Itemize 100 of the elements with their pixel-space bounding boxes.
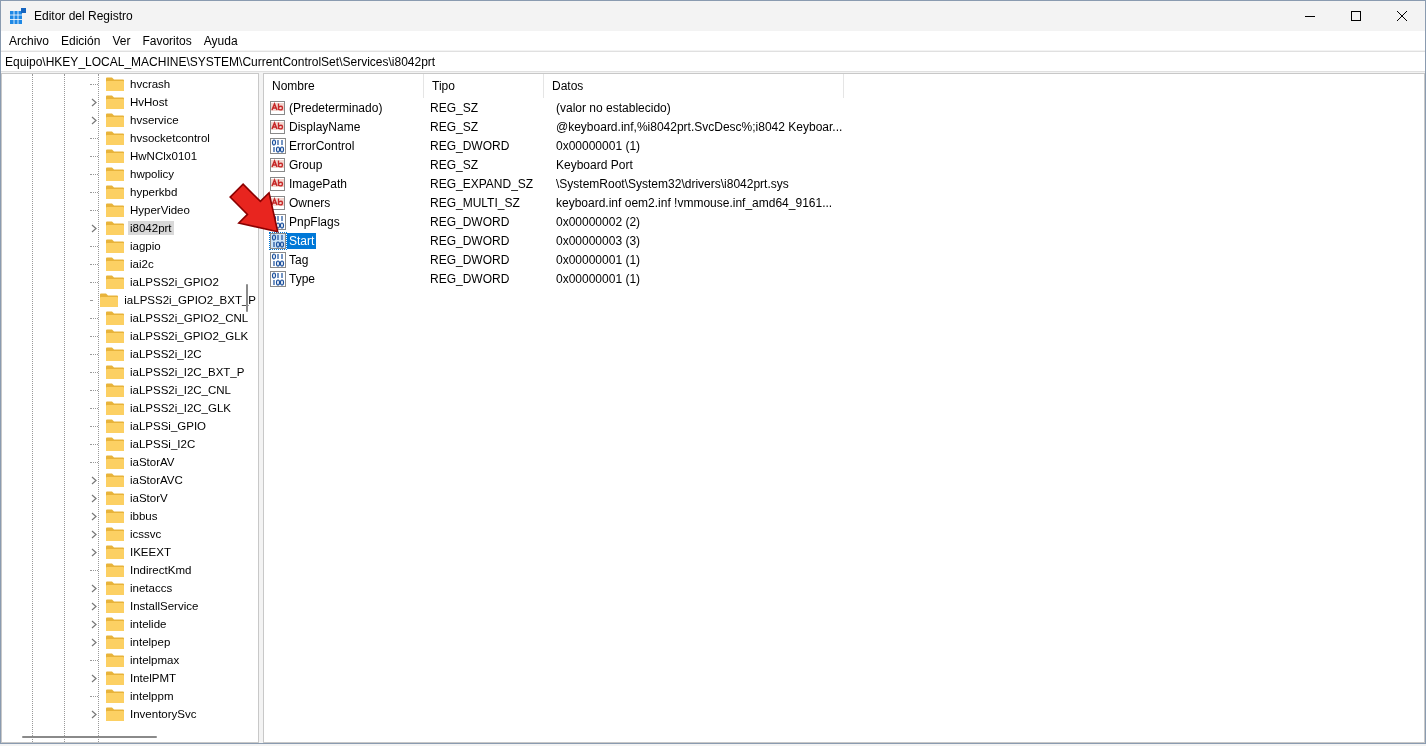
tree-item[interactable]: intelpep: [128, 635, 173, 649]
tree-item[interactable]: iaLPSS2i_I2C: [128, 347, 204, 361]
address-bar[interactable]: Equipo\HKEY_LOCAL_MACHINE\SYSTEM\CurrentControlSet\Services\i8042prt: [1, 51, 1425, 72]
scrollbar-thumb[interactable]: [22, 736, 157, 738]
tree-item[interactable]: hwpolicy: [128, 167, 177, 181]
column-header[interactable]: Datos: [544, 74, 844, 98]
tree-item[interactable]: icssvc: [128, 527, 164, 541]
tree-item[interactable]: InstallService: [128, 599, 201, 613]
value-name[interactable]: Owners: [287, 194, 333, 211]
folder-icon: [106, 347, 124, 361]
value-name[interactable]: Start: [287, 232, 317, 249]
menu-item[interactable]: Favoritos: [136, 33, 198, 48]
tree-item[interactable]: IndirectKmd: [128, 563, 194, 577]
folder-icon: [106, 473, 124, 487]
tree-item[interactable]: iaLPSS2i_I2C_BXT_P: [128, 365, 247, 379]
tree-item[interactable]: intelppm: [128, 689, 176, 703]
string-value-icon: [270, 118, 286, 135]
table-cell: REG_SZ: [430, 100, 478, 115]
tree-item[interactable]: iaLPSS2i_GPIO2_BXT_P: [122, 293, 258, 307]
menu-item[interactable]: Edición: [55, 33, 107, 48]
folder-icon: [106, 131, 124, 145]
folder-icon: [106, 545, 124, 559]
folder-icon: [106, 689, 124, 703]
folder-icon: [106, 383, 124, 397]
tree-item[interactable]: intelide: [128, 617, 169, 631]
tree-item[interactable]: iaLPSSi_I2C: [128, 437, 198, 451]
tree-item[interactable]: IKEEXT: [128, 545, 173, 559]
folder-icon: [106, 185, 124, 199]
menu-item[interactable]: Archivo: [3, 33, 55, 48]
value-name[interactable]: Tag: [287, 251, 311, 268]
tree-item[interactable]: HvHost: [128, 95, 170, 109]
binary-value-icon: [270, 232, 286, 249]
folder-icon: [106, 707, 124, 721]
folder-icon: [106, 437, 124, 451]
string-value-icon: [270, 175, 286, 192]
tree-item[interactable]: HwNClx0101: [128, 149, 200, 163]
tree-item[interactable]: iaLPSS2i_GPIO2_GLK: [128, 329, 251, 343]
tree-item[interactable]: iaStorAV: [128, 455, 177, 469]
table-cell: Keyboard Port: [556, 157, 633, 172]
folder-icon: [106, 113, 124, 127]
tree-item[interactable]: HyperVideo: [128, 203, 192, 217]
tree-item[interactable]: hvsocketcontrol: [128, 131, 212, 145]
window-title: Editor del Registro: [34, 9, 134, 23]
folder-icon: [106, 509, 124, 523]
table-cell: REG_EXPAND_SZ: [430, 176, 534, 191]
tree-item[interactable]: hvservice: [128, 113, 181, 127]
folder-icon: [106, 239, 124, 253]
value-name[interactable]: (Predeterminado): [287, 99, 385, 116]
column-header[interactable]: Tipo: [424, 74, 544, 98]
tree-item[interactable]: iaLPSS2i_GPIO2: [128, 275, 221, 289]
folder-icon: [100, 293, 119, 307]
tree-item[interactable]: iaLPSS2i_I2C_CNL: [128, 383, 233, 397]
tree-item[interactable]: intelpmax: [128, 653, 182, 667]
table-cell: 0x00000001 (1): [556, 271, 641, 286]
column-header[interactable]: Nombre: [264, 74, 424, 98]
maximize-icon: [1351, 11, 1361, 21]
folder-icon: [106, 329, 124, 343]
tree-item[interactable]: iaStorAVC: [128, 473, 185, 487]
folder-icon: [106, 527, 124, 541]
tree-item[interactable]: iaLPSS2i_GPIO2_CNL: [128, 311, 251, 325]
tree-item[interactable]: ibbus: [128, 509, 160, 523]
table-cell: REG_DWORD: [430, 138, 510, 153]
folder-icon: [106, 653, 124, 667]
table-cell: REG_DWORD: [430, 271, 510, 286]
tree-item[interactable]: iagpio: [128, 239, 163, 253]
tree-item[interactable]: InventorySvc: [128, 707, 199, 721]
folder-icon: [106, 149, 124, 163]
value-name[interactable]: ErrorControl: [287, 137, 357, 154]
value-name[interactable]: PnpFlags: [287, 213, 342, 230]
scrollbar-thumb[interactable]: [246, 284, 248, 312]
folder-icon: [106, 365, 124, 379]
folder-icon: [106, 221, 124, 235]
folder-icon: [106, 599, 124, 613]
value-name[interactable]: ImagePath: [287, 175, 350, 192]
binary-value-icon: [270, 270, 286, 287]
tree-item[interactable]: iaLPSS2i_I2C_GLK: [128, 401, 233, 415]
registry-icon: [10, 8, 26, 24]
tree-item[interactable]: IntelPMT: [128, 671, 178, 685]
table-cell: \SystemRoot\System32\drivers\i8042prt.sys: [556, 176, 789, 191]
close-icon: [1397, 11, 1407, 21]
tree-item[interactable]: i8042prt: [128, 221, 174, 235]
tree-item[interactable]: inetaccs: [128, 581, 175, 595]
folder-icon: [106, 167, 124, 181]
value-name[interactable]: DisplayName: [287, 118, 363, 135]
table-cell: 0x00000002 (2): [556, 214, 641, 229]
folder-icon: [106, 77, 124, 91]
folder-icon: [106, 311, 124, 325]
tree-item[interactable]: hyperkbd: [128, 185, 180, 199]
string-value-icon: [270, 156, 286, 173]
value-name[interactable]: Type: [287, 270, 317, 287]
tree-item[interactable]: iai2c: [128, 257, 156, 271]
menu-item[interactable]: Ayuda: [197, 33, 244, 48]
value-name[interactable]: Group: [287, 156, 325, 173]
tree-item[interactable]: hvcrash: [128, 77, 173, 91]
menu-item[interactable]: Ver: [106, 33, 137, 48]
folder-icon: [106, 401, 124, 415]
tree-item[interactable]: iaLPSSi_GPIO: [128, 419, 209, 433]
tree-item[interactable]: iaStorV: [128, 491, 170, 505]
folder-icon: [106, 419, 124, 433]
binary-value-icon: [270, 137, 286, 154]
